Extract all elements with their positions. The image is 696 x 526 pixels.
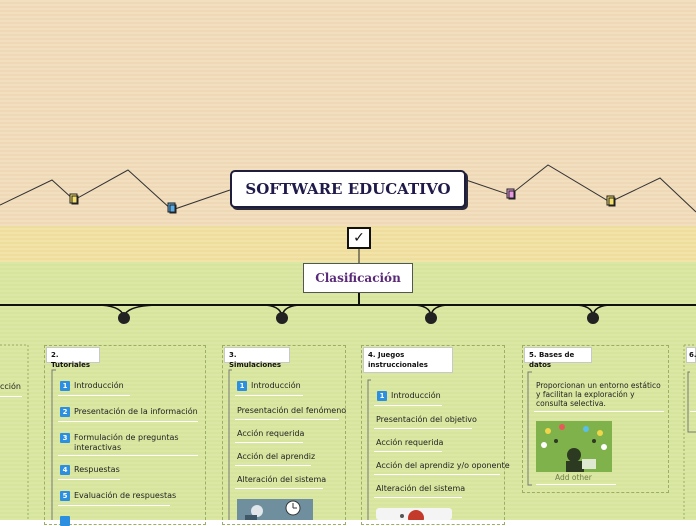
number-badge-partial [60, 516, 70, 526]
number-badge: 2 [60, 407, 70, 417]
list-item[interactable]: Acción del aprendiz [237, 452, 315, 462]
game-image [376, 508, 452, 520]
item-underline [690, 411, 696, 412]
number-badge: 1 [377, 391, 387, 401]
note-bases-de-datos[interactable]: Proporcionan un entorno estático y facil… [536, 381, 664, 408]
list-item[interactable]: 1 Introducción [60, 381, 124, 391]
item-underline [374, 497, 462, 498]
list-item[interactable]: Acción requerida [376, 438, 443, 448]
item-underline [374, 428, 472, 429]
item-underline [0, 396, 22, 397]
number-badge: 1 [237, 381, 247, 391]
root-topic[interactable]: SOFTWARE EDUCATIVO [230, 170, 466, 208]
list-item[interactable]: Presentación del fenómeno [237, 406, 346, 416]
item-underline [235, 395, 303, 396]
item-underline [58, 505, 170, 506]
item-underline [58, 395, 130, 396]
item-underline [58, 421, 198, 422]
topic-clasificacion[interactable]: Clasificación [303, 263, 413, 293]
add-other-link[interactable]: Add other [555, 473, 592, 482]
number-badge: 4 [60, 465, 70, 475]
list-item[interactable]: 1 Introducción [237, 381, 301, 391]
list-item[interactable]: Alteración del sistema [237, 475, 326, 485]
tag-icon-blue [167, 202, 177, 214]
subtopic-sixth[interactable]: 6. [686, 347, 696, 363]
item-underline [374, 451, 442, 452]
item-underline [58, 479, 120, 480]
list-item[interactable]: Acción requerida [237, 429, 304, 439]
tag-icon-yellow [69, 193, 79, 205]
tag-icon-pink [506, 188, 516, 200]
item-underline [534, 411, 664, 412]
item-underline [374, 405, 442, 406]
item-underline [536, 484, 616, 485]
tag-icon-yellow-2 [606, 195, 616, 207]
list-item[interactable]: 5 Evaluación de respuestas [60, 491, 176, 501]
database-image [536, 421, 612, 472]
number-badge: 3 [60, 433, 70, 443]
subtopic-tutoriales[interactable]: 2. Tutoriales [46, 347, 100, 369]
list-item[interactable]: 4 Respuestas [60, 465, 120, 475]
subtopic-juegos[interactable]: 4. Juegos instruccionales [363, 347, 453, 373]
item-underline [374, 474, 500, 475]
item-underline [58, 455, 198, 456]
item-underline [235, 465, 311, 466]
list-item[interactable]: Acción del aprendiz y/o oponente [376, 461, 510, 471]
subtopic-bases-de-datos[interactable]: 5. Bases de datos [524, 347, 592, 369]
list-item[interactable]: Alteración del sistema [376, 484, 465, 494]
list-item[interactable]: 1 Introducción [377, 391, 441, 401]
list-item[interactable]: 3 Formulación de preguntas interactivas [60, 433, 190, 453]
subtopic-simulaciones[interactable]: 3. Simulaciones [224, 347, 290, 369]
number-badge: 5 [60, 491, 70, 501]
list-item[interactable]: 2 Presentación de la información [60, 407, 198, 417]
item-underline [235, 419, 339, 420]
simulation-image [237, 499, 313, 520]
list-item[interactable]: Presentación del objetivo [376, 415, 477, 425]
partial-item[interactable]: cción [0, 382, 21, 391]
item-underline [235, 488, 323, 489]
item-underline [235, 442, 303, 443]
number-badge: 1 [60, 381, 70, 391]
checkbox-icon[interactable]: ✓ [347, 227, 371, 249]
